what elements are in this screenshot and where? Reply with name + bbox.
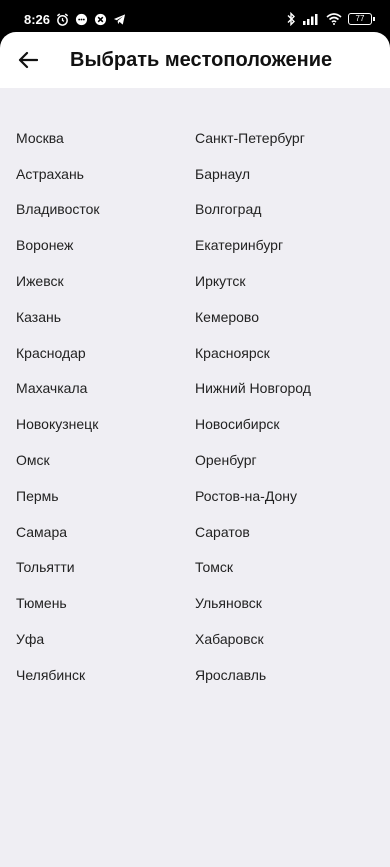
city-item[interactable]: Ульяновск	[179, 585, 390, 621]
city-item[interactable]: Краснодар	[0, 335, 179, 371]
city-item[interactable]: Воронеж	[0, 227, 179, 263]
app-icon	[94, 13, 107, 26]
city-item[interactable]: Новокузнецк	[0, 406, 179, 442]
city-item[interactable]: Пермь	[0, 478, 179, 514]
city-item[interactable]: Кемерово	[179, 299, 390, 335]
bluetooth-icon	[286, 12, 296, 26]
page-title: Выбрать местоположение	[70, 48, 333, 71]
city-item[interactable]: Красноярск	[179, 335, 390, 371]
city-list: Москва Санкт-Петербург Астрахань Барнаул…	[0, 120, 390, 693]
status-time: 8:26	[24, 11, 51, 27]
city-item[interactable]: Хабаровск	[179, 621, 390, 657]
city-item[interactable]: Челябинск	[0, 657, 179, 693]
city-item[interactable]: Иркутск	[179, 263, 390, 299]
city-item[interactable]: Санкт-Петербург	[179, 120, 390, 156]
city-item[interactable]: Саратов	[179, 514, 390, 550]
signal-icon	[302, 13, 320, 25]
content-area: Москва Санкт-Петербург Астрахань Барнаул…	[0, 88, 390, 867]
city-item[interactable]: Омск	[0, 442, 179, 478]
city-item[interactable]: Уфа	[0, 621, 179, 657]
city-item[interactable]: Новосибирск	[179, 406, 390, 442]
city-item[interactable]: Томск	[179, 550, 390, 586]
city-item[interactable]: Ижевск	[0, 263, 179, 299]
alarm-icon	[56, 12, 69, 26]
city-item[interactable]: Ярославль	[179, 657, 390, 693]
city-item[interactable]: Волгоград	[179, 192, 390, 228]
chat-bubble-icon	[75, 13, 88, 26]
city-item[interactable]: Астрахань	[0, 156, 179, 192]
city-item[interactable]: Тольятти	[0, 550, 179, 586]
city-item[interactable]: Самара	[0, 514, 179, 550]
city-item[interactable]: Махачкала	[0, 371, 179, 407]
city-item[interactable]: Ростов-на-Дону	[179, 478, 390, 514]
battery-icon: 77	[348, 13, 375, 25]
arrow-left-icon	[18, 51, 38, 69]
wifi-icon	[326, 13, 342, 25]
city-item[interactable]: Оренбург	[179, 442, 390, 478]
city-item[interactable]: Нижний Новгород	[179, 371, 390, 407]
city-item[interactable]: Барнаул	[179, 156, 390, 192]
header: Выбрать местоположение	[0, 32, 390, 88]
city-item[interactable]: Казань	[0, 299, 179, 335]
status-left: 8:26	[24, 12, 126, 27]
city-item[interactable]: Москва	[0, 120, 179, 156]
status-right: 77	[286, 12, 375, 26]
back-button[interactable]	[0, 32, 56, 88]
city-item[interactable]: Владивосток	[0, 192, 179, 228]
city-item[interactable]: Екатеринбург	[179, 227, 390, 263]
telegram-icon	[113, 13, 126, 26]
city-item[interactable]: Тюмень	[0, 585, 179, 621]
